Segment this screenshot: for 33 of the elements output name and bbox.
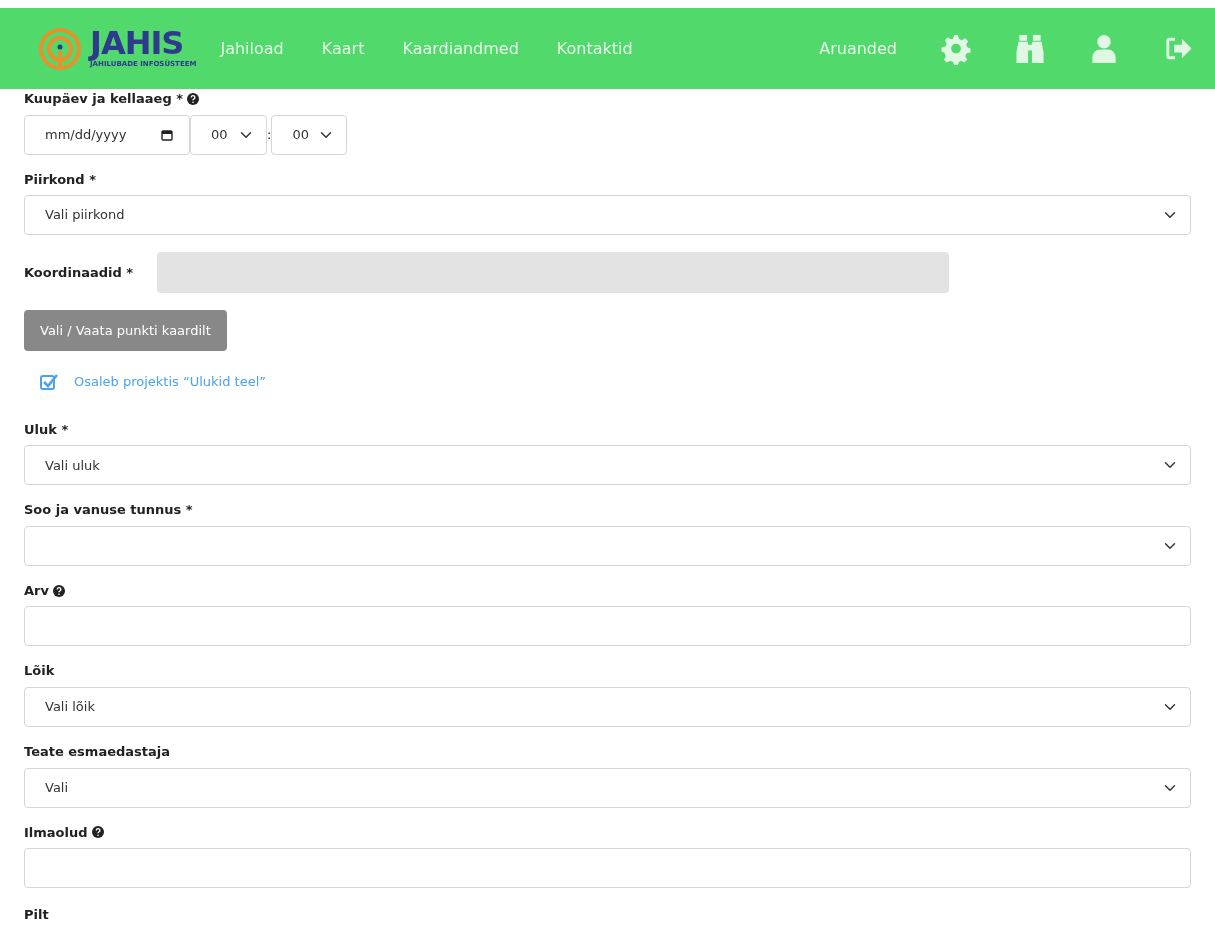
input-field[interactable]	[24, 606, 1191, 647]
field-label: Soo ja vanuse tunnus *	[24, 502, 193, 518]
select-field[interactable]: Vali	[24, 767, 1191, 808]
calendar-icon[interactable]	[161, 128, 173, 141]
field-label: Koordinaadid *	[24, 264, 134, 281]
binoculars-icon[interactable]	[1015, 32, 1045, 65]
input-field[interactable]	[24, 848, 1191, 889]
help-icon[interactable]	[187, 92, 200, 105]
map-button[interactable]: Vali / Vaata punkti kaardilt	[24, 310, 227, 352]
coordinates-field[interactable]	[157, 252, 950, 294]
hour-select[interactable]: 00	[190, 114, 267, 155]
help-icon[interactable]	[91, 826, 104, 839]
field-label: Uluk *	[24, 421, 69, 438]
logo-title: JAHIS	[90, 27, 184, 60]
select-field[interactable]: Vali piirkond	[24, 195, 1191, 236]
field-label: Lõik	[24, 663, 55, 680]
minute-select[interactable]: 00	[271, 114, 348, 155]
help-icon[interactable]	[52, 584, 65, 597]
settings-icon[interactable]	[941, 32, 971, 65]
select-field[interactable]: Vali lõik	[24, 687, 1191, 728]
user-icon[interactable]	[1089, 32, 1119, 65]
checkbox[interactable]	[40, 372, 58, 391]
field-label: Ilmaolud	[24, 824, 88, 841]
select-field[interactable]	[24, 525, 1191, 566]
field-label: Kuupäev ja kellaaeg *	[24, 91, 184, 107]
field-label: Pilt	[24, 907, 49, 923]
logo-icon	[38, 26, 82, 71]
time-separator: :	[267, 125, 272, 144]
field-label: Teate esmaedastaja	[24, 744, 170, 760]
date-field[interactable]: mm/dd/yyyy	[24, 114, 190, 155]
field-label: Piirkond *	[24, 171, 96, 188]
field-label: Arv	[24, 582, 49, 599]
select-field[interactable]: Vali uluk	[24, 445, 1191, 486]
